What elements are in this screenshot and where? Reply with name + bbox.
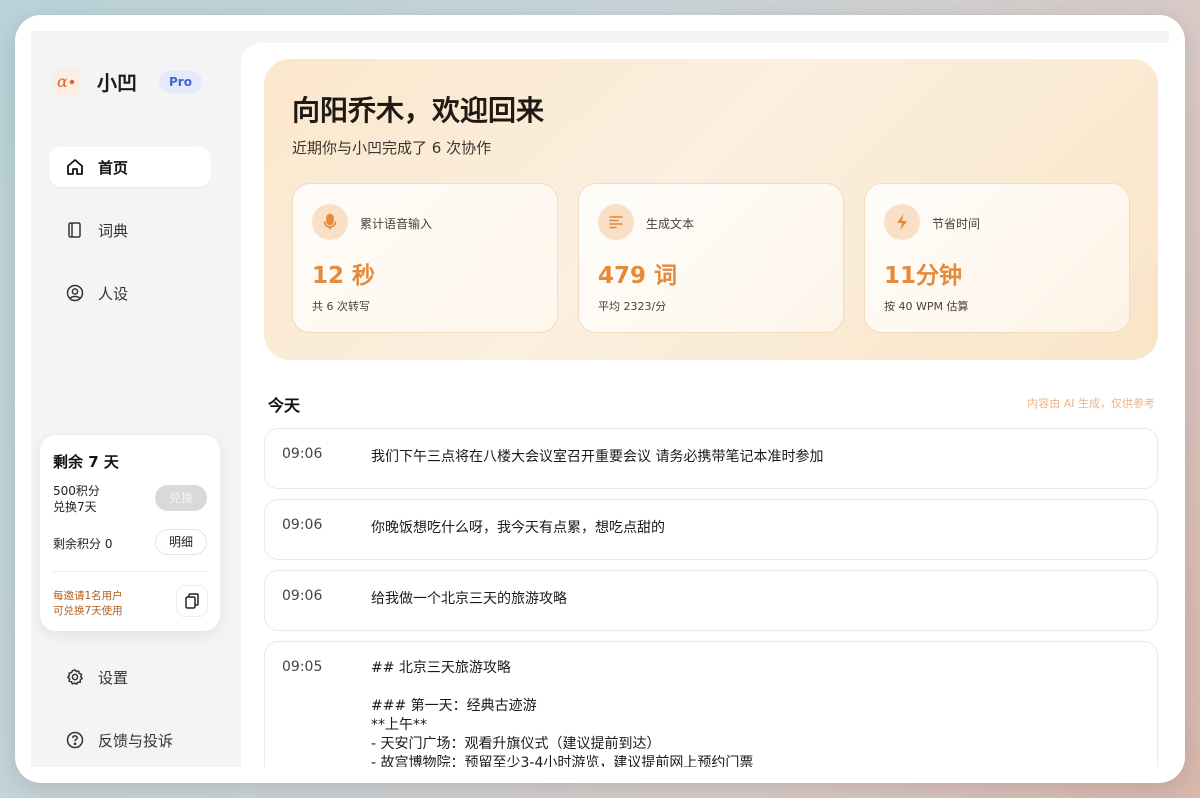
stat-note: 共 6 次转写: [312, 300, 370, 313]
nav-label-settings: 设置: [98, 668, 129, 687]
stat-value: 12 秒: [312, 263, 376, 289]
app-frame: α 小凹 Pro 首页 词典 人设 剩余 7 天 500积分 兑换7天 兑换 剩…: [31, 31, 1169, 767]
stat-label: 累计语音输入: [360, 217, 433, 231]
invite-line: 每邀请1名用户: [53, 590, 123, 602]
svg-text:α: α: [57, 74, 68, 90]
section-title-today: 今天: [268, 396, 301, 415]
stat-note: 按 40 WPM 估算: [884, 300, 969, 313]
stat-value: 11分钟: [884, 263, 963, 289]
welcome-title: 向阳乔木，欢迎回来: [292, 94, 545, 127]
stat-card-text: 生成文本 479 词 平均 2323/分: [578, 183, 844, 333]
entry-time: 09:06: [282, 588, 323, 604]
gear-icon: [65, 667, 85, 687]
history-entry[interactable]: 09:06 我们下午三点将在八楼大会议室召开重要会议 请务必携带笔记本准时参加: [264, 428, 1158, 489]
mic-icon: [312, 204, 348, 240]
entry-line: ## 北京三天旅游攻略: [371, 660, 511, 676]
copy-icon: [185, 593, 199, 609]
entry-time: 09:06: [282, 517, 323, 533]
bolt-icon: [884, 204, 920, 240]
nav-item-dictionary[interactable]: 词典: [49, 210, 211, 250]
pro-badge[interactable]: Pro: [159, 70, 202, 93]
entry-line: ### 第一天：经典古迹游: [371, 698, 537, 714]
points-exchange-info: 500积分 兑换7天: [53, 483, 100, 515]
entry-time: 09:05: [282, 659, 323, 675]
history-entry[interactable]: 09:06 你晚饭想吃什么呀，我今天有点累，想吃点甜的: [264, 499, 1158, 560]
invite-reward-line: 可兑换7天使用: [53, 605, 123, 617]
nav-label-home: 首页: [98, 158, 129, 177]
nav-label-dictionary: 词典: [98, 221, 129, 240]
points-detail-button[interactable]: 明细: [155, 529, 207, 555]
history-entry[interactable]: 09:06 给我做一个北京三天的旅游攻略: [264, 570, 1158, 631]
nav-item-settings[interactable]: 设置: [49, 657, 211, 697]
points-line: 500积分: [53, 484, 100, 498]
stat-label: 生成文本: [646, 217, 695, 231]
remaining-points: 剩余积分 0: [53, 537, 113, 551]
welcome-subtitle: 近期你与小凹完成了 6 次协作: [292, 139, 492, 157]
entry-text: 你晚饭想吃什么呀，我今天有点累，想吃点甜的: [371, 520, 665, 536]
entry-line: - 天安门广场：观看升旗仪式（建议提前到达）: [371, 736, 661, 752]
nav-item-feedback[interactable]: 反馈与投诉: [49, 720, 211, 760]
app-name: 小凹: [97, 71, 137, 95]
user-circle-icon: [65, 283, 85, 303]
stat-card-time: 节省时间 11分钟 按 40 WPM 估算: [864, 183, 1130, 333]
book-icon: [65, 220, 85, 240]
copy-invite-button[interactable]: [176, 585, 208, 617]
entry-text: 给我做一个北京三天的旅游攻略: [371, 591, 567, 607]
entry-line: **上午**: [371, 717, 427, 733]
stat-note: 平均 2323/分: [598, 300, 667, 313]
history-entry[interactable]: 09:05 ## 北京三天旅游攻略 ### 第一天：经典古迹游 **上午** -…: [264, 641, 1158, 767]
nav-label-feedback: 反馈与投诉: [98, 731, 174, 750]
trial-promo-card: 剩余 7 天 500积分 兑换7天 兑换 剩余积分 0 明细 每邀请1名用户 可…: [40, 435, 220, 631]
nav-label-persona: 人设: [98, 284, 129, 303]
entry-text: ## 北京三天旅游攻略 ### 第一天：经典古迹游 **上午** - 天安门广场…: [371, 659, 753, 767]
exchange-line: 兑换7天: [53, 500, 97, 514]
brand: α 小凹 Pro: [53, 67, 202, 96]
nav-item-persona[interactable]: 人设: [49, 273, 211, 313]
logo-icon: α: [53, 67, 81, 96]
redeem-button[interactable]: 兑换: [155, 485, 207, 511]
help-circle-icon: [65, 730, 85, 750]
entry-line: - 故宫博物院：预留至少3-4小时游览，建议提前网上预约门票: [371, 755, 754, 767]
home-icon: [65, 157, 85, 177]
entry-line: [371, 678, 753, 697]
welcome-hero: 向阳乔木，欢迎回来 近期你与小凹完成了 6 次协作 累计语音输入 12 秒 共 …: [264, 59, 1158, 360]
sidebar: α 小凹 Pro 首页 词典 人设 剩余 7 天 500积分 兑换7天 兑换 剩…: [31, 31, 240, 767]
divider: [53, 571, 207, 572]
days-left: 剩余 7 天: [53, 453, 119, 471]
stat-card-voice: 累计语音输入 12 秒 共 6 次转写: [292, 183, 558, 333]
text-lines-icon: [598, 204, 634, 240]
app-window: α 小凹 Pro 首页 词典 人设 剩余 7 天 500积分 兑换7天 兑换 剩…: [15, 15, 1185, 783]
main-content: 向阳乔木，欢迎回来 近期你与小凹完成了 6 次协作 累计语音输入 12 秒 共 …: [241, 43, 1169, 767]
stat-value: 479 词: [598, 263, 678, 289]
nav-item-home[interactable]: 首页: [49, 147, 211, 187]
ai-disclaimer: 内容由 AI 生成，仅供参考: [1027, 397, 1155, 410]
entry-time: 09:06: [282, 446, 323, 462]
invite-info: 每邀请1名用户 可兑换7天使用: [53, 589, 123, 619]
entry-text: 我们下午三点将在八楼大会议室召开重要会议 请务必携带笔记本准时参加: [371, 449, 824, 465]
stat-label: 节省时间: [932, 217, 981, 231]
